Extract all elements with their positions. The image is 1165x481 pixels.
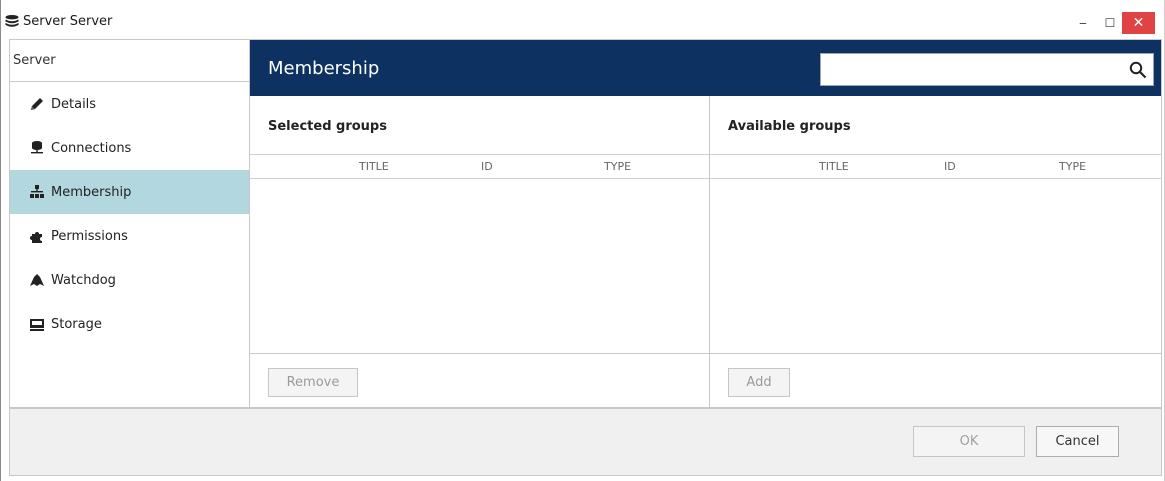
ok-button[interactable]: OK xyxy=(913,426,1025,457)
dialog-footer: OK Cancel xyxy=(9,408,1162,476)
selected-groups-footer: Remove xyxy=(250,353,709,409)
sidebar: Server Details Connections Membership Pe… xyxy=(9,39,249,408)
maximize-icon: ☐ xyxy=(1104,16,1116,30)
main-panel: Membership Selected groups TITLE ID TYPE… xyxy=(249,39,1162,409)
close-button[interactable]: ✕ xyxy=(1122,12,1155,34)
cancel-button[interactable]: Cancel xyxy=(1036,426,1119,457)
sidebar-item-label: Details xyxy=(51,96,97,112)
search-input[interactable] xyxy=(821,54,1121,85)
selected-groups-panel: Selected groups TITLE ID TYPE Remove xyxy=(250,96,710,409)
sidebar-item-label: Watchdog xyxy=(51,272,116,288)
dog-icon xyxy=(29,272,45,288)
column-type[interactable]: TYPE xyxy=(604,160,631,173)
sidebar-item-label: Permissions xyxy=(51,228,128,244)
sidebar-item-label: Storage xyxy=(51,316,102,332)
minimize-icon: ‒ xyxy=(1079,16,1087,30)
window-title: Server Server xyxy=(23,14,113,29)
sidebar-item-connections[interactable]: Connections xyxy=(10,126,249,170)
sidebar-item-storage[interactable]: Storage xyxy=(10,302,249,346)
maximize-button[interactable]: ☐ xyxy=(1097,12,1123,34)
drive-icon xyxy=(29,316,45,332)
available-groups-title: Available groups xyxy=(728,119,851,134)
puzzle-icon xyxy=(29,228,45,244)
sidebar-item-label: Membership xyxy=(51,184,132,200)
close-icon: ✕ xyxy=(1132,15,1145,31)
column-title[interactable]: TITLE xyxy=(359,160,389,173)
available-groups-column-header: TITLE ID TYPE xyxy=(710,154,1162,179)
minimize-button[interactable]: ‒ xyxy=(1070,12,1096,34)
search-box xyxy=(820,53,1154,86)
available-groups-panel: Available groups TITLE ID TYPE Add xyxy=(710,96,1162,409)
page-title: Membership xyxy=(268,58,380,79)
selected-groups-column-header: TITLE ID TYPE xyxy=(250,154,709,179)
hierarchy-icon xyxy=(29,184,45,200)
column-id[interactable]: ID xyxy=(944,160,956,173)
dialog-window: Server Server ‒ ☐ ✕ Server Details Conne… xyxy=(0,0,1165,481)
sidebar-header: Server xyxy=(10,40,249,82)
add-button[interactable]: Add xyxy=(728,368,790,397)
network-icon xyxy=(29,140,45,156)
title-bar: Server Server ‒ ☐ ✕ xyxy=(1,0,1164,38)
selected-groups-title: Selected groups xyxy=(268,119,387,134)
column-title[interactable]: TITLE xyxy=(819,160,849,173)
sidebar-item-details[interactable]: Details xyxy=(10,82,249,126)
column-type[interactable]: TYPE xyxy=(1059,160,1086,173)
sidebar-item-label: Connections xyxy=(51,140,132,156)
sidebar-item-watchdog[interactable]: Watchdog xyxy=(10,258,249,302)
sidebar-item-membership[interactable]: Membership xyxy=(10,170,249,214)
sidebar-item-permissions[interactable]: Permissions xyxy=(10,214,249,258)
available-groups-footer: Add xyxy=(710,353,1162,409)
main-header: Membership xyxy=(250,40,1161,96)
selected-groups-list[interactable] xyxy=(250,179,709,353)
pencil-icon xyxy=(29,96,45,112)
available-groups-list[interactable] xyxy=(710,179,1162,353)
remove-button[interactable]: Remove xyxy=(268,368,358,397)
server-stack-icon xyxy=(5,15,19,27)
column-id[interactable]: ID xyxy=(481,160,493,173)
search-icon[interactable] xyxy=(1129,61,1147,79)
